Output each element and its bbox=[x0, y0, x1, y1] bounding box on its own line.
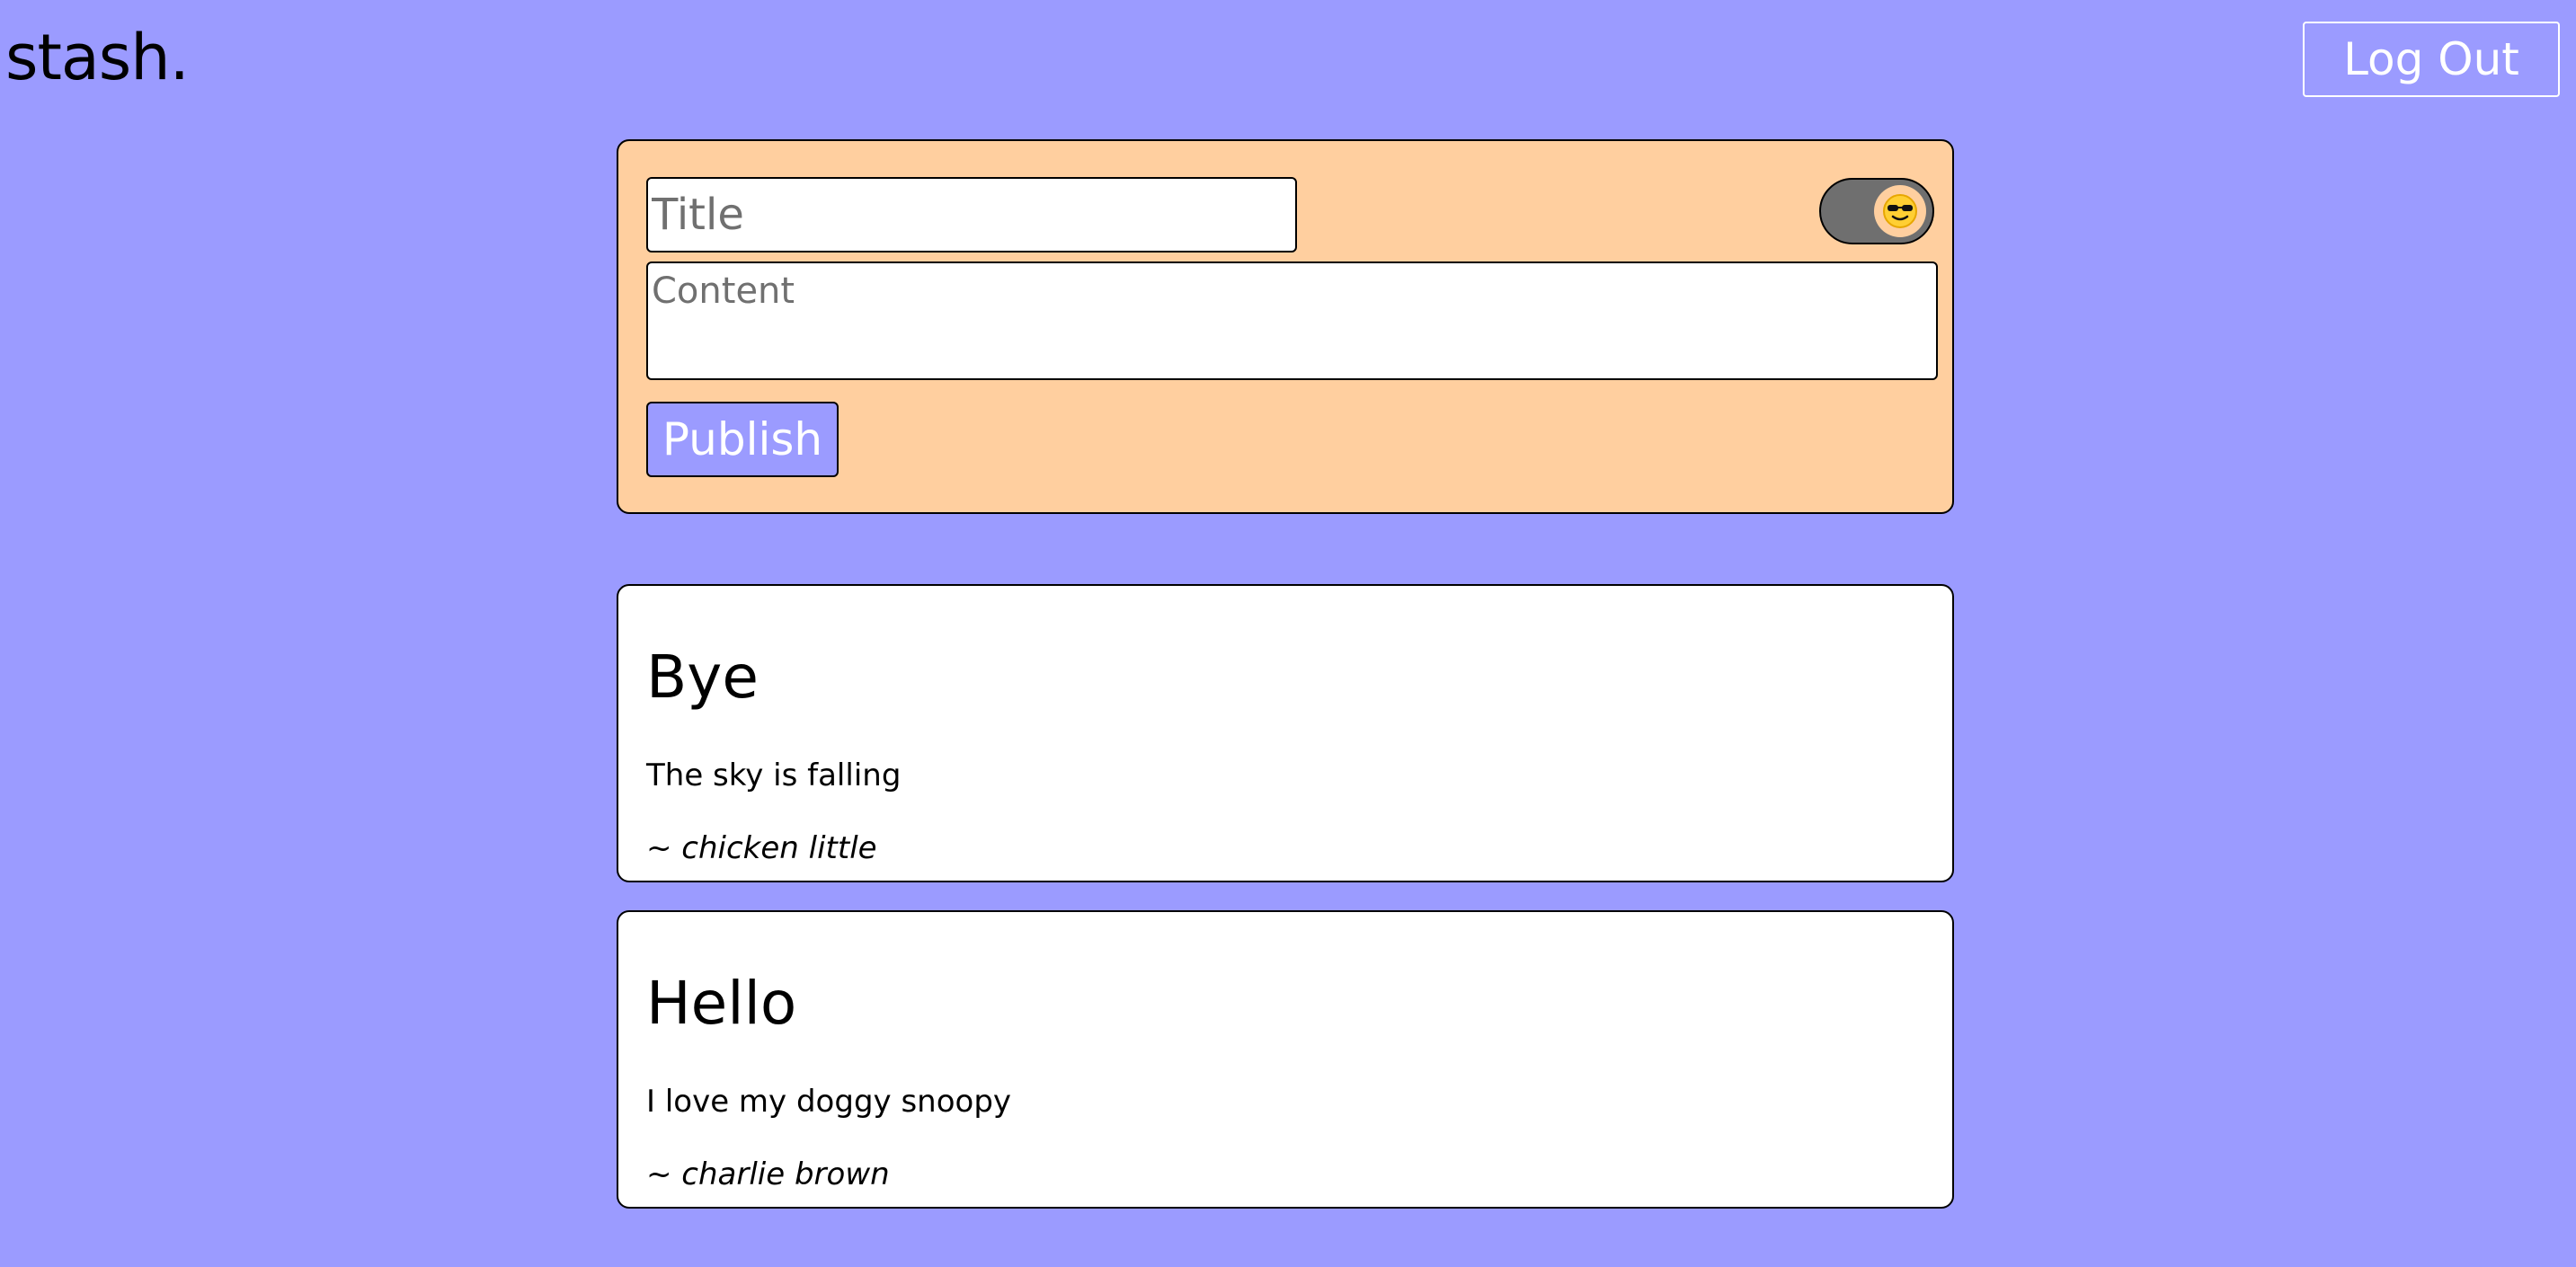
publish-button[interactable]: Publish bbox=[646, 402, 839, 477]
post-title: Bye bbox=[646, 642, 759, 712]
post-content: The sky is falling bbox=[646, 758, 902, 793]
log-out-button[interactable]: Log Out bbox=[2303, 22, 2560, 97]
post-card: Hello I love my doggy snoopy ~ charlie b… bbox=[617, 910, 1954, 1209]
theme-toggle[interactable] bbox=[1819, 178, 1934, 244]
post-author: ~ chicken little bbox=[646, 830, 877, 866]
content-input[interactable] bbox=[646, 261, 1938, 380]
compose-card: Publish bbox=[617, 139, 1954, 514]
post-content: I love my doggy snoopy bbox=[646, 1084, 1012, 1120]
app-logo: stash. bbox=[5, 21, 190, 94]
post-title: Hello bbox=[646, 969, 797, 1038]
post-author: ~ charlie brown bbox=[646, 1156, 890, 1192]
toggle-knob bbox=[1874, 185, 1926, 237]
sunglasses-face-icon bbox=[1883, 194, 1917, 228]
title-input[interactable] bbox=[646, 177, 1297, 253]
post-card: Bye The sky is falling ~ chicken little bbox=[617, 584, 1954, 882]
